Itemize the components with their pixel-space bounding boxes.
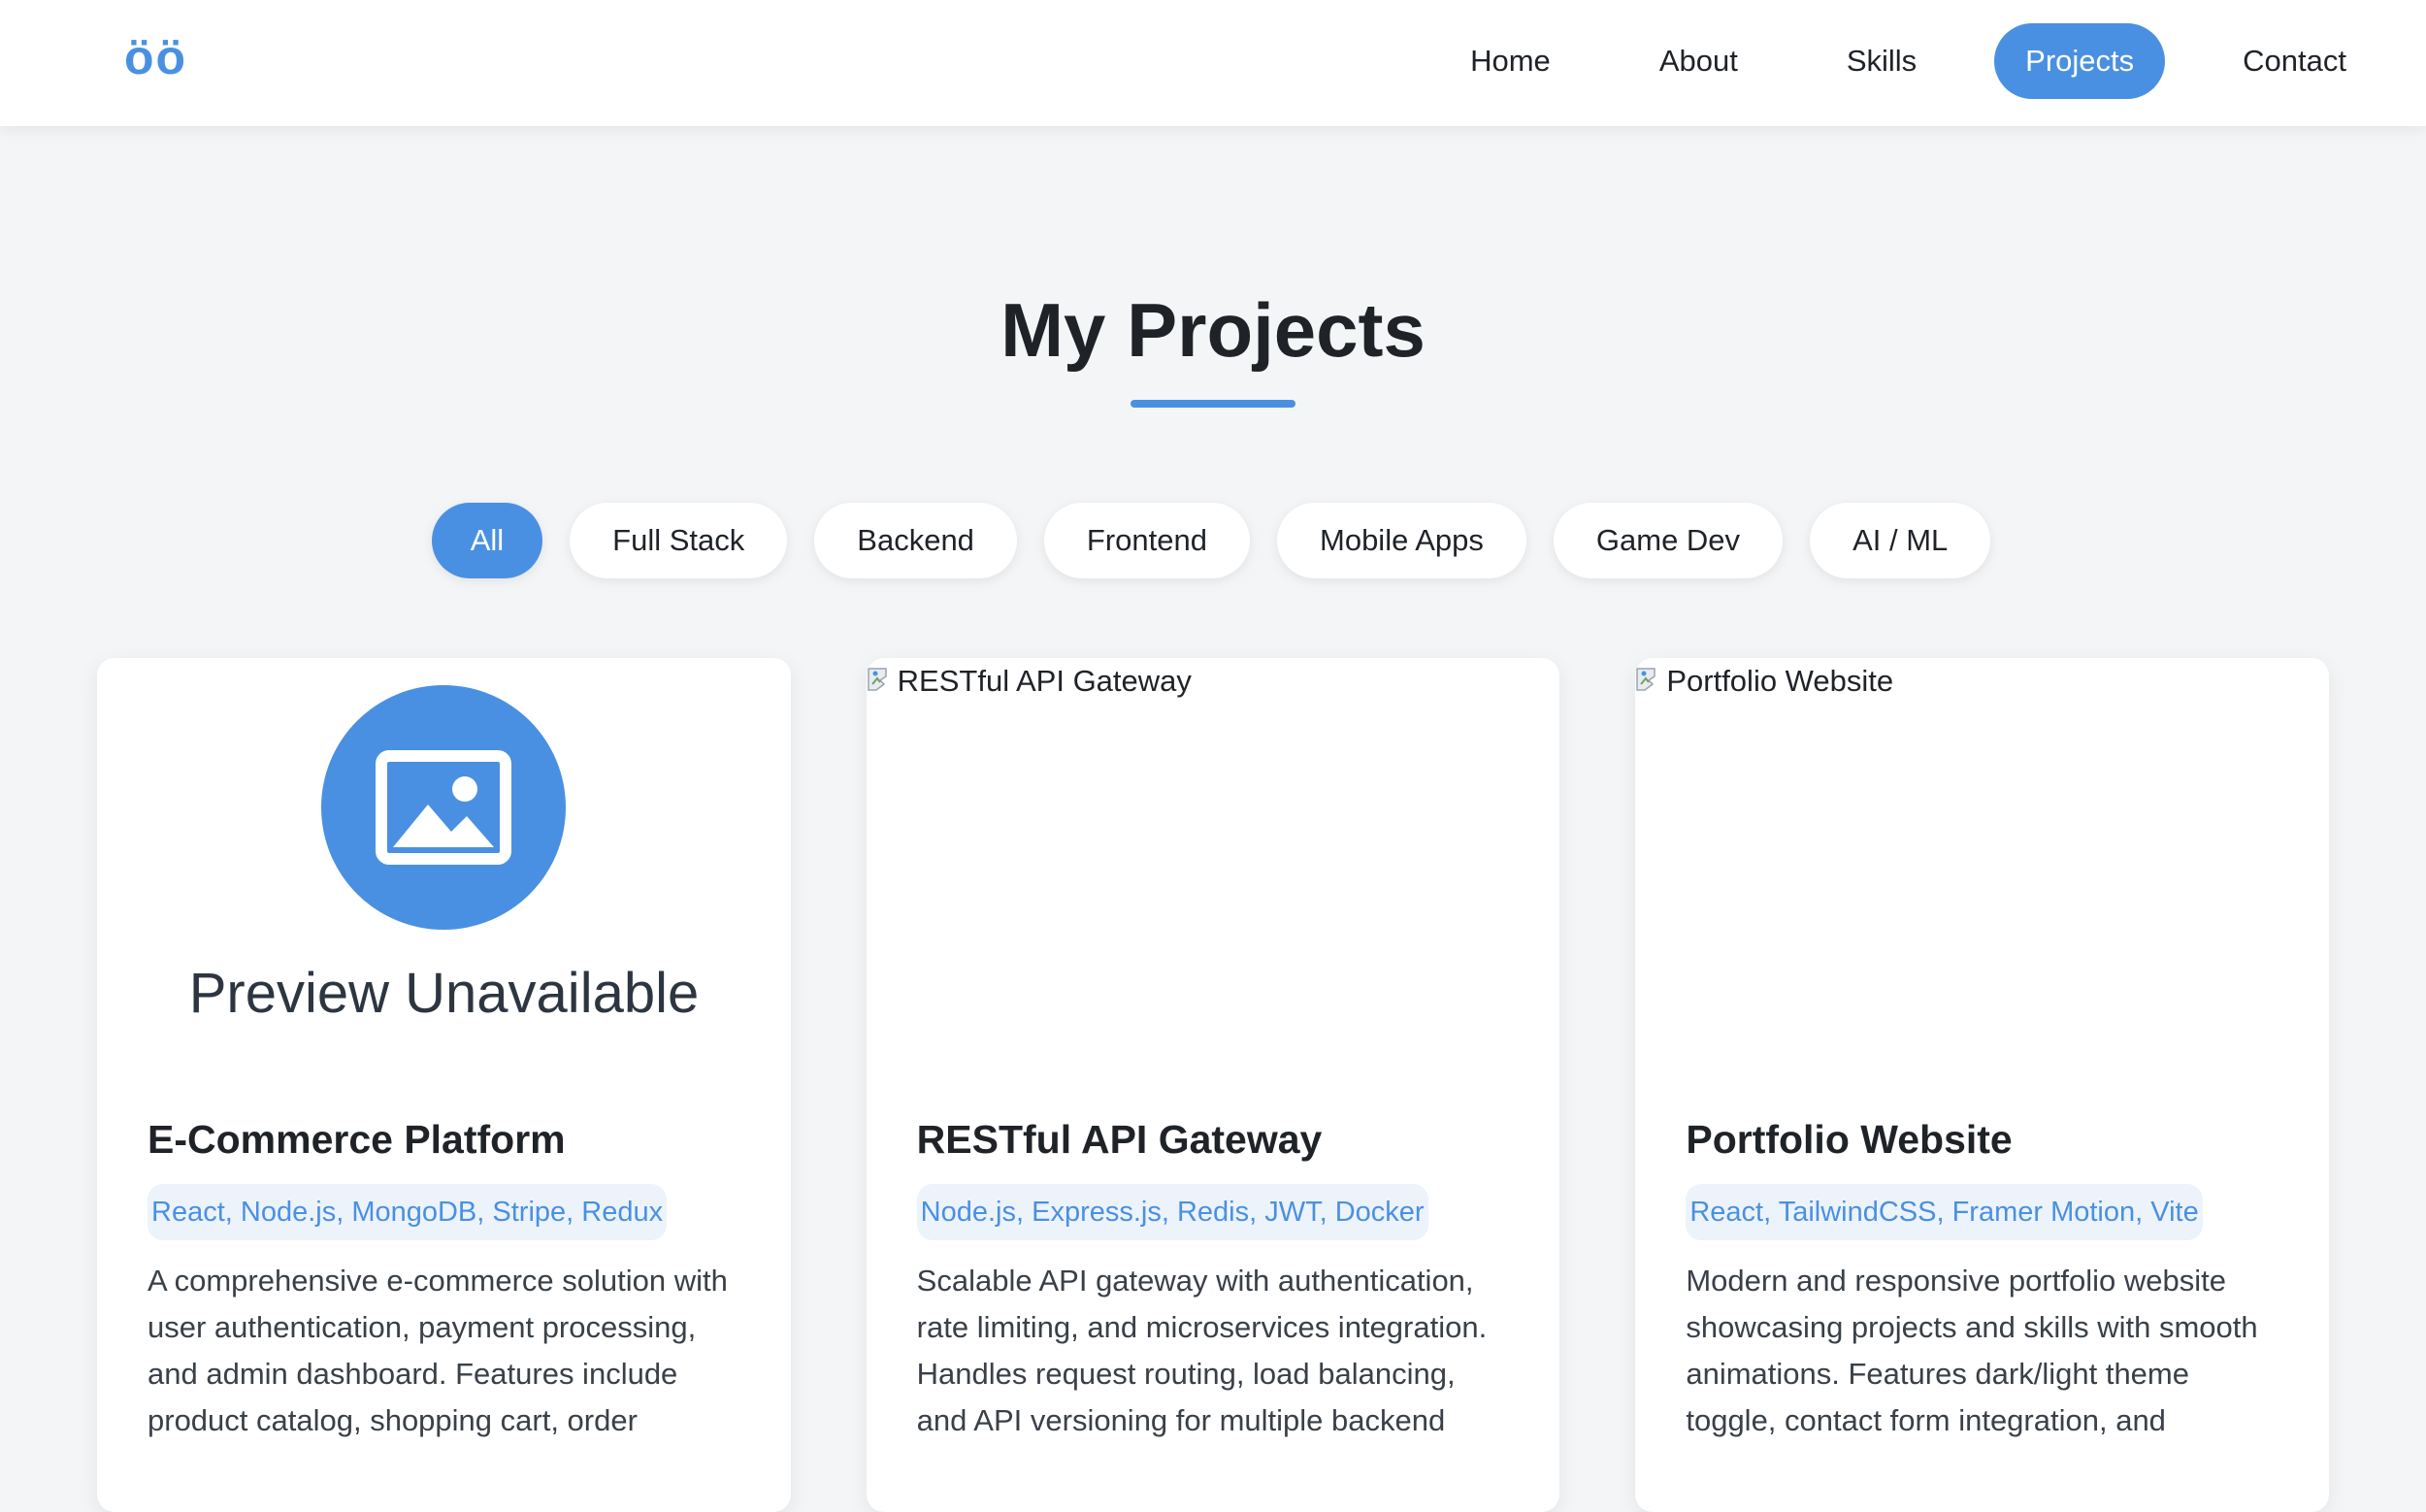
card-body: E-Commerce Platform React, Node.js, Mong… bbox=[97, 1110, 791, 1444]
nav-link-home[interactable]: Home bbox=[1439, 23, 1582, 99]
project-card[interactable]: Preview Unavailable E-Commerce Platform … bbox=[97, 658, 791, 1512]
project-title: Portfolio Website bbox=[1686, 1117, 2013, 1162]
nav-link-contact[interactable]: Contact bbox=[2212, 23, 2377, 99]
broken-image: Portfolio Website bbox=[1635, 658, 1893, 699]
image-alt-text: RESTful API Gateway bbox=[897, 664, 1192, 698]
broken-image: RESTful API Gateway bbox=[867, 658, 1192, 699]
project-grid: Preview Unavailable E-Commerce Platform … bbox=[97, 658, 2330, 1512]
project-image: RESTful API Gateway bbox=[867, 658, 1560, 1085]
project-card[interactable]: RESTful API Gateway RESTful API Gateway … bbox=[866, 658, 1560, 1512]
tech-stack-tag: React, Node.js, MongoDB, Stripe, Redux bbox=[148, 1184, 668, 1240]
project-preview: Preview Unavailable bbox=[97, 658, 791, 1085]
project-title: RESTful API Gateway bbox=[916, 1117, 1323, 1162]
nav-link-about[interactable]: About bbox=[1628, 23, 1769, 99]
filter-full-stack-button[interactable]: Full Stack bbox=[570, 503, 788, 578]
project-description: Modern and responsive portfolio website … bbox=[1686, 1264, 2258, 1437]
project-card[interactable]: Portfolio Website Portfolio Website Reac… bbox=[1635, 658, 2330, 1512]
filter-backend-button[interactable]: Backend bbox=[814, 503, 1017, 578]
project-description: Scalable API gateway with authentication… bbox=[916, 1264, 1488, 1437]
preview-unavailable-text: Preview Unavailable bbox=[188, 962, 700, 1025]
card-body: RESTful API Gateway Node.js, Express.js,… bbox=[867, 1110, 1560, 1444]
filter-bar: All Full Stack Backend Frontend Mobile A… bbox=[0, 503, 2426, 578]
image-alt-text: Portfolio Website bbox=[1666, 664, 1894, 698]
nav-link-projects[interactable]: Projects bbox=[1994, 23, 2166, 99]
filter-all-button[interactable]: All bbox=[431, 503, 543, 578]
broken-image-icon bbox=[1635, 665, 1664, 698]
filter-mobile-apps-button[interactable]: Mobile Apps bbox=[1277, 503, 1526, 578]
card-body: Portfolio Website React, TailwindCSS, Fr… bbox=[1635, 1110, 2329, 1444]
tech-stack-tag: React, TailwindCSS, Framer Motion, Vite bbox=[1686, 1184, 2203, 1240]
page-title: My Projects bbox=[1000, 287, 1426, 373]
filter-game-dev-button[interactable]: Game Dev bbox=[1553, 503, 1784, 578]
image-icon bbox=[321, 685, 566, 930]
tech-stack-tag: Node.js, Express.js, Redis, JWT, Docker bbox=[916, 1184, 1428, 1240]
navbar: öö Home About Skills Projects Contact bbox=[0, 0, 2426, 126]
logo[interactable]: öö bbox=[124, 23, 187, 91]
project-title: E-Commerce Platform bbox=[148, 1117, 566, 1162]
broken-image-icon bbox=[867, 665, 896, 698]
nav-links: Home About Skills Projects Contact bbox=[1393, 23, 2426, 99]
project-description: A comprehensive e-commerce solution with… bbox=[148, 1264, 728, 1437]
project-image: Portfolio Website bbox=[1635, 658, 2329, 1085]
filter-ai-ml-button[interactable]: AI / ML bbox=[1810, 503, 1991, 578]
title-underline bbox=[1131, 400, 1295, 408]
nav-link-skills[interactable]: Skills bbox=[1816, 23, 1948, 99]
filter-frontend-button[interactable]: Frontend bbox=[1043, 503, 1250, 578]
